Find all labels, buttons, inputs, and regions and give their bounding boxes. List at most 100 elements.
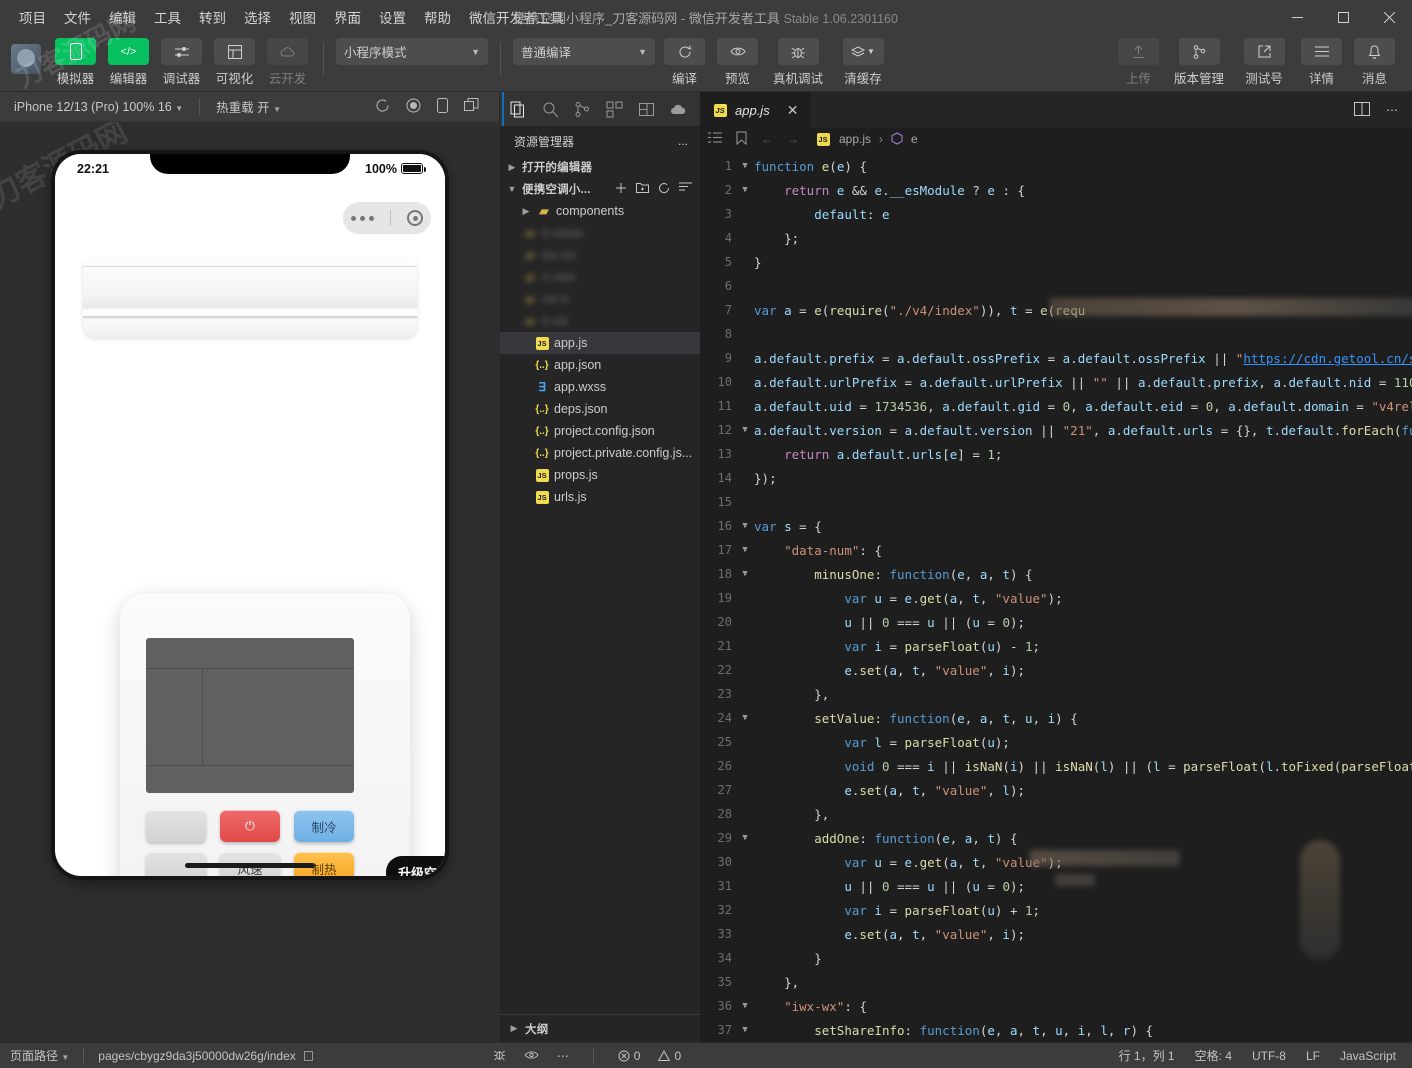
fold-chevron-icon[interactable]: ▼ <box>736 713 754 723</box>
menu-help[interactable]: 帮助 <box>415 3 460 31</box>
tree-item-project-private-config[interactable]: {..} project.private.config.js... <box>500 442 700 464</box>
fold-chevron-icon[interactable]: ▼ <box>736 545 754 555</box>
menu-interface[interactable]: 界面 <box>325 3 370 31</box>
close-icon[interactable]: ✕ <box>787 102 799 119</box>
device-select[interactable]: iPhone 12/13 (Pro) 100% 16 ▼ <box>8 98 189 116</box>
forward-icon[interactable]: → <box>787 132 799 146</box>
back-icon[interactable]: ← <box>761 132 773 146</box>
code-line[interactable]: 24 ▼ setValue: function(e, a, t, u, i) { <box>700 706 1412 730</box>
code-line[interactable]: 27 e.set(a, t, "value", l); <box>700 778 1412 802</box>
code-line[interactable]: 10 a.default.urlPrefix = a.default.urlPre… <box>700 370 1412 394</box>
fold-chevron-icon[interactable]: ▼ <box>736 425 754 435</box>
refresh-icon[interactable] <box>658 182 670 197</box>
code-line[interactable]: 28 }, <box>700 802 1412 826</box>
tree-item-app-wxss[interactable]: ∃ app.wxss <box>500 376 700 398</box>
record-icon[interactable] <box>406 98 421 116</box>
tree-item-deps-json[interactable]: {..} deps.json <box>500 398 700 420</box>
breadcrumb-file[interactable]: app.js <box>839 132 871 146</box>
menu-view[interactable]: 视图 <box>280 3 325 31</box>
code-line[interactable]: 30 var u = e.get(a, t, "value"); <box>700 850 1412 874</box>
tree-item-app-json[interactable]: {..} app.json <box>500 354 700 376</box>
outline-list-icon[interactable] <box>708 132 722 146</box>
toolbar-message-button[interactable]: 消息 <box>1351 38 1398 87</box>
toolbar-debugger-button[interactable]: 调试器 <box>158 38 205 87</box>
toolbar-compile-button[interactable]: 编译 <box>661 38 708 87</box>
remote-power-button[interactable]: ⏻ <box>220 810 280 842</box>
device-preview-icon[interactable] <box>437 97 448 116</box>
warning-count[interactable]: 0 <box>658 1049 681 1063</box>
collapse-all-icon[interactable] <box>679 182 692 197</box>
hot-reload-toggle[interactable]: 热重载 开 ▼ <box>210 95 287 118</box>
menu-tools[interactable]: 工具 <box>145 3 190 31</box>
menu-project[interactable]: 项目 <box>10 3 55 31</box>
code-line[interactable]: 32 var i = parseFloat(u) + 1; <box>700 898 1412 922</box>
menu-settings[interactable]: 设置 <box>370 3 415 31</box>
user-avatar-wrap[interactable] <box>0 38 52 74</box>
code-line[interactable]: 25 var l = parseFloat(u); <box>700 730 1412 754</box>
fold-chevron-icon[interactable]: ▼ <box>736 521 754 531</box>
code-line[interactable]: 22 e.set(a, t, "value", i); <box>700 658 1412 682</box>
code-line[interactable]: 37 ▼ setShareInfo: function(e, a, t, u, i… <box>700 1018 1412 1042</box>
toolbar-clearcache-button[interactable]: ▼ 清缓存 <box>835 38 891 87</box>
project-root-section[interactable]: ▼ 便携空调小... <box>500 178 700 200</box>
open-editors-section[interactable]: ▶ 打开的编辑器 <box>500 156 700 178</box>
outline-section[interactable]: ▶ 大纲 <box>500 1014 700 1042</box>
code-line[interactable]: 34 } <box>700 946 1412 970</box>
source-control-icon[interactable] <box>566 92 598 126</box>
code-line[interactable]: 20 u || 0 === u || (u = 0); <box>700 610 1412 634</box>
code-line[interactable]: 4 }; <box>700 226 1412 250</box>
wechat-capsule-menu[interactable] <box>343 202 431 234</box>
tree-item-project-config[interactable]: {..} project.config.json <box>500 420 700 442</box>
code-line[interactable]: 8 <box>700 322 1412 346</box>
eol-setting[interactable]: LF <box>1306 1049 1320 1063</box>
code-line[interactable]: 13 return a.default.urls[e] = 1; <box>700 442 1412 466</box>
upgrade-ac-pill[interactable]: 升级空调 <box>385 856 445 876</box>
code-line[interactable]: 14}); <box>700 466 1412 490</box>
files-icon[interactable] <box>502 92 534 126</box>
code-line[interactable]: 7 var a = e(require("./v4/index")), t = e… <box>700 298 1412 322</box>
fold-chevron-icon[interactable]: ▼ <box>736 185 754 195</box>
encoding-setting[interactable]: UTF-8 <box>1252 1049 1286 1063</box>
debug-icon[interactable] <box>493 1048 506 1064</box>
code-line[interactable]: 16 ▼ var s = { <box>700 514 1412 538</box>
debug-icon[interactable] <box>630 92 662 126</box>
explorer-more-icon[interactable]: ... <box>678 134 688 148</box>
code-line[interactable]: 15 <box>700 490 1412 514</box>
breadcrumb-symbol[interactable]: e <box>911 132 918 146</box>
split-editor-icon[interactable] <box>1354 101 1370 119</box>
code-line[interactable]: 9 a.default.prefix = a.default.ossPrefix … <box>700 346 1412 370</box>
mode-select[interactable]: 小程序模式 ▼ <box>336 38 488 65</box>
close-icon[interactable] <box>1366 0 1412 34</box>
menu-goto[interactable]: 转到 <box>190 3 235 31</box>
code-line[interactable]: 31 u || 0 === u || (u = 0); <box>700 874 1412 898</box>
code-line[interactable]: 3 default: e <box>700 202 1412 226</box>
fold-chevron-icon[interactable]: ▼ <box>736 1025 754 1035</box>
compile-select[interactable]: 普通编译 ▼ <box>513 38 655 65</box>
tree-item-components[interactable]: ▶ ▰ components <box>500 200 700 222</box>
minimize-icon[interactable] <box>1274 0 1320 34</box>
maximize-icon[interactable] <box>1320 0 1366 34</box>
language-mode[interactable]: JavaScript <box>1340 1049 1396 1063</box>
code-line[interactable]: 19 var u = e.get(a, t, "value"); <box>700 586 1412 610</box>
indent-setting[interactable]: 空格: 4 <box>1195 1047 1232 1064</box>
toolbar-upload-button[interactable]: 上传 <box>1115 38 1162 87</box>
code-line[interactable]: 26 void 0 === i || isNaN(i) || isNaN(l) … <box>700 754 1412 778</box>
page-path-select[interactable]: 页面路径 ▼ <box>10 1047 69 1064</box>
toolbar-realdevice-button[interactable]: 真机调试 <box>767 38 829 87</box>
toolbar-version-button[interactable]: 版本管理 <box>1168 38 1230 87</box>
code-line[interactable]: 6 <box>700 274 1412 298</box>
code-line[interactable]: 21 var i = parseFloat(u) - 1; <box>700 634 1412 658</box>
new-folder-icon[interactable] <box>636 182 649 197</box>
code-line[interactable]: 29 ▼ addOne: function(e, a, t) { <box>700 826 1412 850</box>
close-circle-icon[interactable] <box>407 210 423 226</box>
code-line[interactable]: 11 a.default.uid = 1734536, a.default.gid… <box>700 394 1412 418</box>
code-line[interactable]: 18 ▼ minusOne: function(e, a, t) { <box>700 562 1412 586</box>
code-line[interactable]: 5} <box>700 250 1412 274</box>
fold-chevron-icon[interactable]: ▼ <box>736 161 754 171</box>
cursor-position[interactable]: 行 1，列 1 <box>1119 1047 1175 1064</box>
fold-chevron-icon[interactable]: ▼ <box>736 833 754 843</box>
more-dots-icon[interactable] <box>351 215 374 221</box>
remote-button-blank-1[interactable] <box>146 810 206 842</box>
more-actions-icon[interactable]: ⋯ <box>1386 103 1398 117</box>
search-icon[interactable] <box>534 92 566 126</box>
